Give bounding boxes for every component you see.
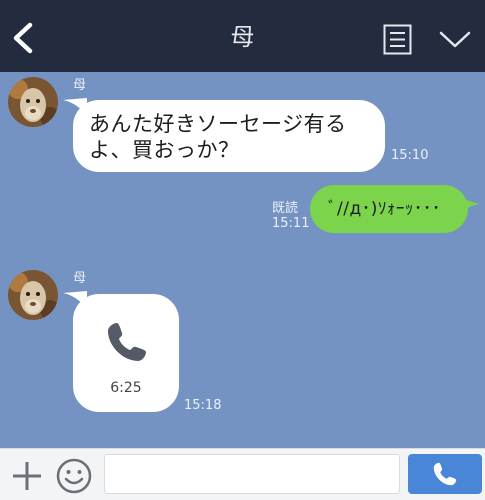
message-time: 15:18 [184, 398, 222, 413]
my-message-text: ﾞ//д･)ｿｫｰｯ･･･ [328, 199, 441, 219]
message-time: 15:10 [391, 148, 429, 163]
sender-name: 母 [73, 78, 87, 93]
message-time: 15:11 [272, 216, 310, 231]
avatar[interactable] [8, 77, 58, 127]
notes-menu-button[interactable] [383, 24, 412, 55]
message-bubble[interactable]: あんた好きソーセージ有る よ、買おっか？ [73, 100, 385, 172]
input-bar [0, 448, 485, 500]
chat-area[interactable]: 母 あんた好きソーセージ有る よ、買おっか？ 15:10 既読 15:11 ﾞ/… [0, 72, 485, 448]
call-duration: 6:25 [110, 380, 142, 396]
chat-title: 母 [230, 23, 255, 51]
phone-icon [108, 323, 146, 361]
my-message-bubble[interactable]: ﾞ//д･)ｿｫｰｯ･･･ [310, 185, 468, 233]
sender-name: 母 [73, 271, 87, 286]
phone-icon [433, 462, 457, 486]
call-message-bubble[interactable]: 6:25 [73, 294, 179, 412]
chevron-down-icon [439, 31, 471, 48]
message-line-2: よ、買おっか？ [89, 138, 240, 162]
note-menu-icon [383, 24, 412, 55]
call-button[interactable] [408, 454, 482, 494]
avatar[interactable] [8, 270, 58, 320]
alpaca-avatar-icon [8, 77, 58, 127]
chat-header: 母 [0, 0, 485, 72]
plus-icon [13, 462, 41, 490]
add-button[interactable] [10, 459, 44, 493]
message-line-1: あんた好きソーセージ有る [89, 112, 347, 136]
expand-button[interactable] [438, 28, 472, 52]
alpaca-avatar-icon [8, 270, 58, 320]
message-input[interactable] [104, 454, 400, 494]
emoji-button[interactable] [55, 457, 93, 495]
bubble-tail [460, 198, 480, 214]
read-receipt: 既読 [271, 201, 298, 216]
smiley-icon [56, 458, 92, 494]
